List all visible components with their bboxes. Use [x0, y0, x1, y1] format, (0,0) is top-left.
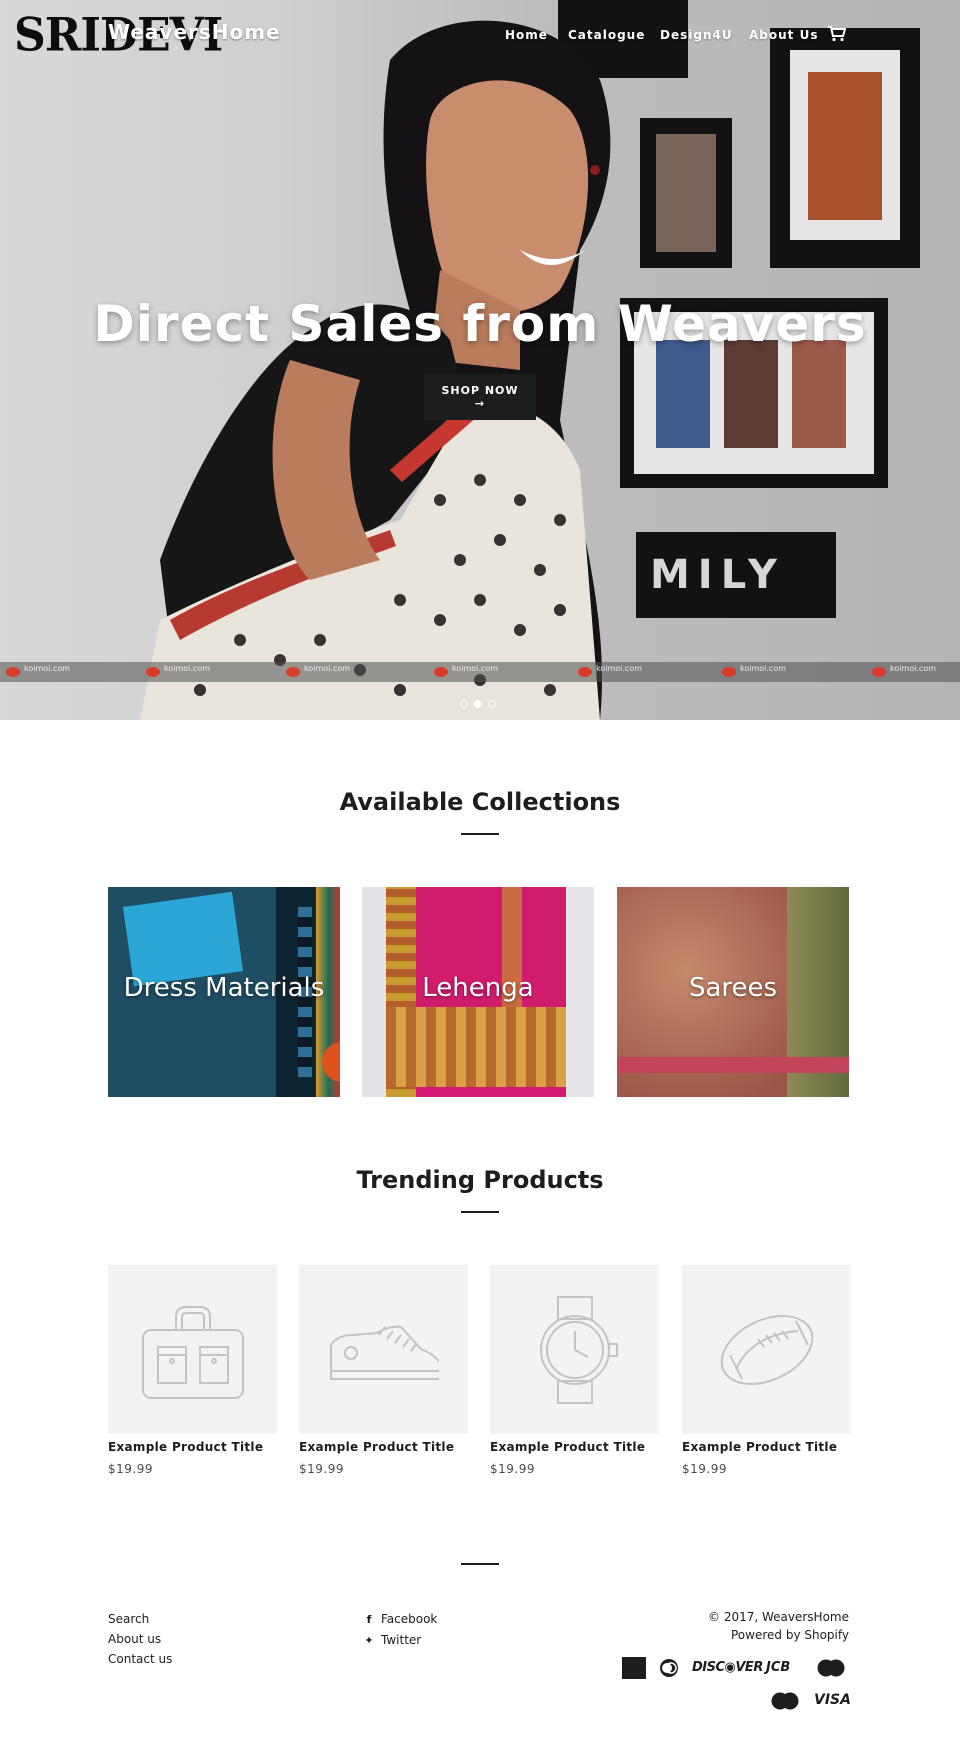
slide-dot[interactable]: [488, 700, 496, 708]
product-card[interactable]: Example Product Title $19.99: [490, 1265, 660, 1476]
shop-now-label: SHOP NOW: [441, 384, 519, 397]
trending-heading: Trending Products: [356, 1166, 604, 1194]
footer-link-about-us[interactable]: About us: [108, 1629, 172, 1649]
social-link-twitter[interactable]: ✦ Twitter: [363, 1630, 437, 1651]
footer-link-search[interactable]: Search: [108, 1609, 172, 1629]
facebook-icon: f: [366, 1613, 372, 1626]
visa-icon: VISA: [814, 1692, 851, 1708]
slide-dot[interactable]: [460, 700, 468, 708]
powered-by-text[interactable]: Powered by Shopify: [708, 1626, 849, 1644]
nav-home[interactable]: Home: [505, 28, 548, 42]
hero-slideshow: MILY koimoi.com koimoi.com koimoi.com ko: [0, 0, 960, 720]
bag-icon: [142, 1306, 244, 1399]
footer-divider: [461, 1563, 499, 1565]
discover-icon: DISC◉VER: [692, 1660, 763, 1675]
maestro-icon: [817, 1659, 845, 1677]
twitter-icon: ✦: [364, 1634, 374, 1647]
slide-dot-active[interactable]: [474, 700, 482, 708]
master-icon: [771, 1692, 799, 1710]
shop-now-button[interactable]: SHOP NOW →: [424, 374, 536, 420]
footer-copyright: © 2017, WeaversHome Powered by Shopify: [708, 1608, 849, 1644]
collection-dress-materials[interactable]: Dress Materials: [108, 887, 340, 1097]
collection-lehenga[interactable]: Lehenga: [362, 887, 594, 1097]
product-card[interactable]: Example Product Title $19.99: [299, 1265, 469, 1476]
shoe-icon: [330, 1325, 439, 1380]
footer-links: Search About us Contact us: [108, 1609, 172, 1669]
product-image[interactable]: [108, 1265, 277, 1434]
hero-title: Direct Sales from Weavers: [93, 295, 867, 353]
collection-sarees[interactable]: Sarees: [617, 887, 849, 1097]
frame-photo: [808, 72, 882, 220]
product-title[interactable]: Example Product Title: [682, 1440, 852, 1454]
watermark-strip: koimoi.com koimoi.com koimoi.com koimoi.…: [0, 662, 960, 682]
watch-icon: [540, 1296, 618, 1404]
product-image[interactable]: [682, 1265, 851, 1434]
football-icon: [720, 1315, 814, 1385]
nav-catalogue[interactable]: Catalogue: [568, 28, 645, 42]
social-link-facebook[interactable]: f Facebook: [363, 1609, 438, 1630]
diners-club-icon: [660, 1659, 678, 1677]
arrow-right-icon: →: [474, 397, 486, 410]
hero-model-image: [140, 20, 611, 720]
product-image[interactable]: [490, 1265, 659, 1434]
american-express-icon: [622, 1657, 646, 1679]
nav-design4u[interactable]: Design4U: [660, 28, 733, 42]
product-price: $19.99: [108, 1462, 153, 1476]
social-links: f Facebook ✦ Twitter: [363, 1609, 437, 1651]
product-image[interactable]: [299, 1265, 468, 1434]
collections-heading: Available Collections: [339, 788, 621, 816]
product-title[interactable]: Example Product Title: [108, 1440, 278, 1454]
product-price: $19.99: [490, 1462, 535, 1476]
cart-icon[interactable]: [828, 26, 846, 42]
main-nav: Home Catalogue Design4U About Us: [0, 28, 960, 48]
product-card[interactable]: Example Product Title $19.99: [108, 1265, 278, 1476]
nav-about-us[interactable]: About Us: [749, 28, 818, 42]
product-card[interactable]: Example Product Title $19.99: [682, 1265, 852, 1476]
collection-label: Sarees: [688, 973, 778, 1003]
frame-photo: [724, 340, 778, 448]
collection-label: Dress Materials: [123, 973, 325, 1003]
product-price: $19.99: [299, 1462, 344, 1476]
frame-photo: [792, 340, 846, 448]
copyright-text[interactable]: © 2017, WeaversHome: [708, 1608, 849, 1626]
footer-link-contact-us[interactable]: Contact us: [108, 1649, 172, 1669]
product-title[interactable]: Example Product Title: [490, 1440, 660, 1454]
product-price: $19.99: [682, 1462, 727, 1476]
collection-label: Lehenga: [422, 973, 534, 1003]
slide-dots: [458, 700, 502, 710]
section-divider: [461, 833, 499, 835]
jcb-icon: JCB: [766, 1660, 791, 1675]
product-title[interactable]: Example Product Title: [299, 1440, 469, 1454]
section-divider: [461, 1211, 499, 1213]
